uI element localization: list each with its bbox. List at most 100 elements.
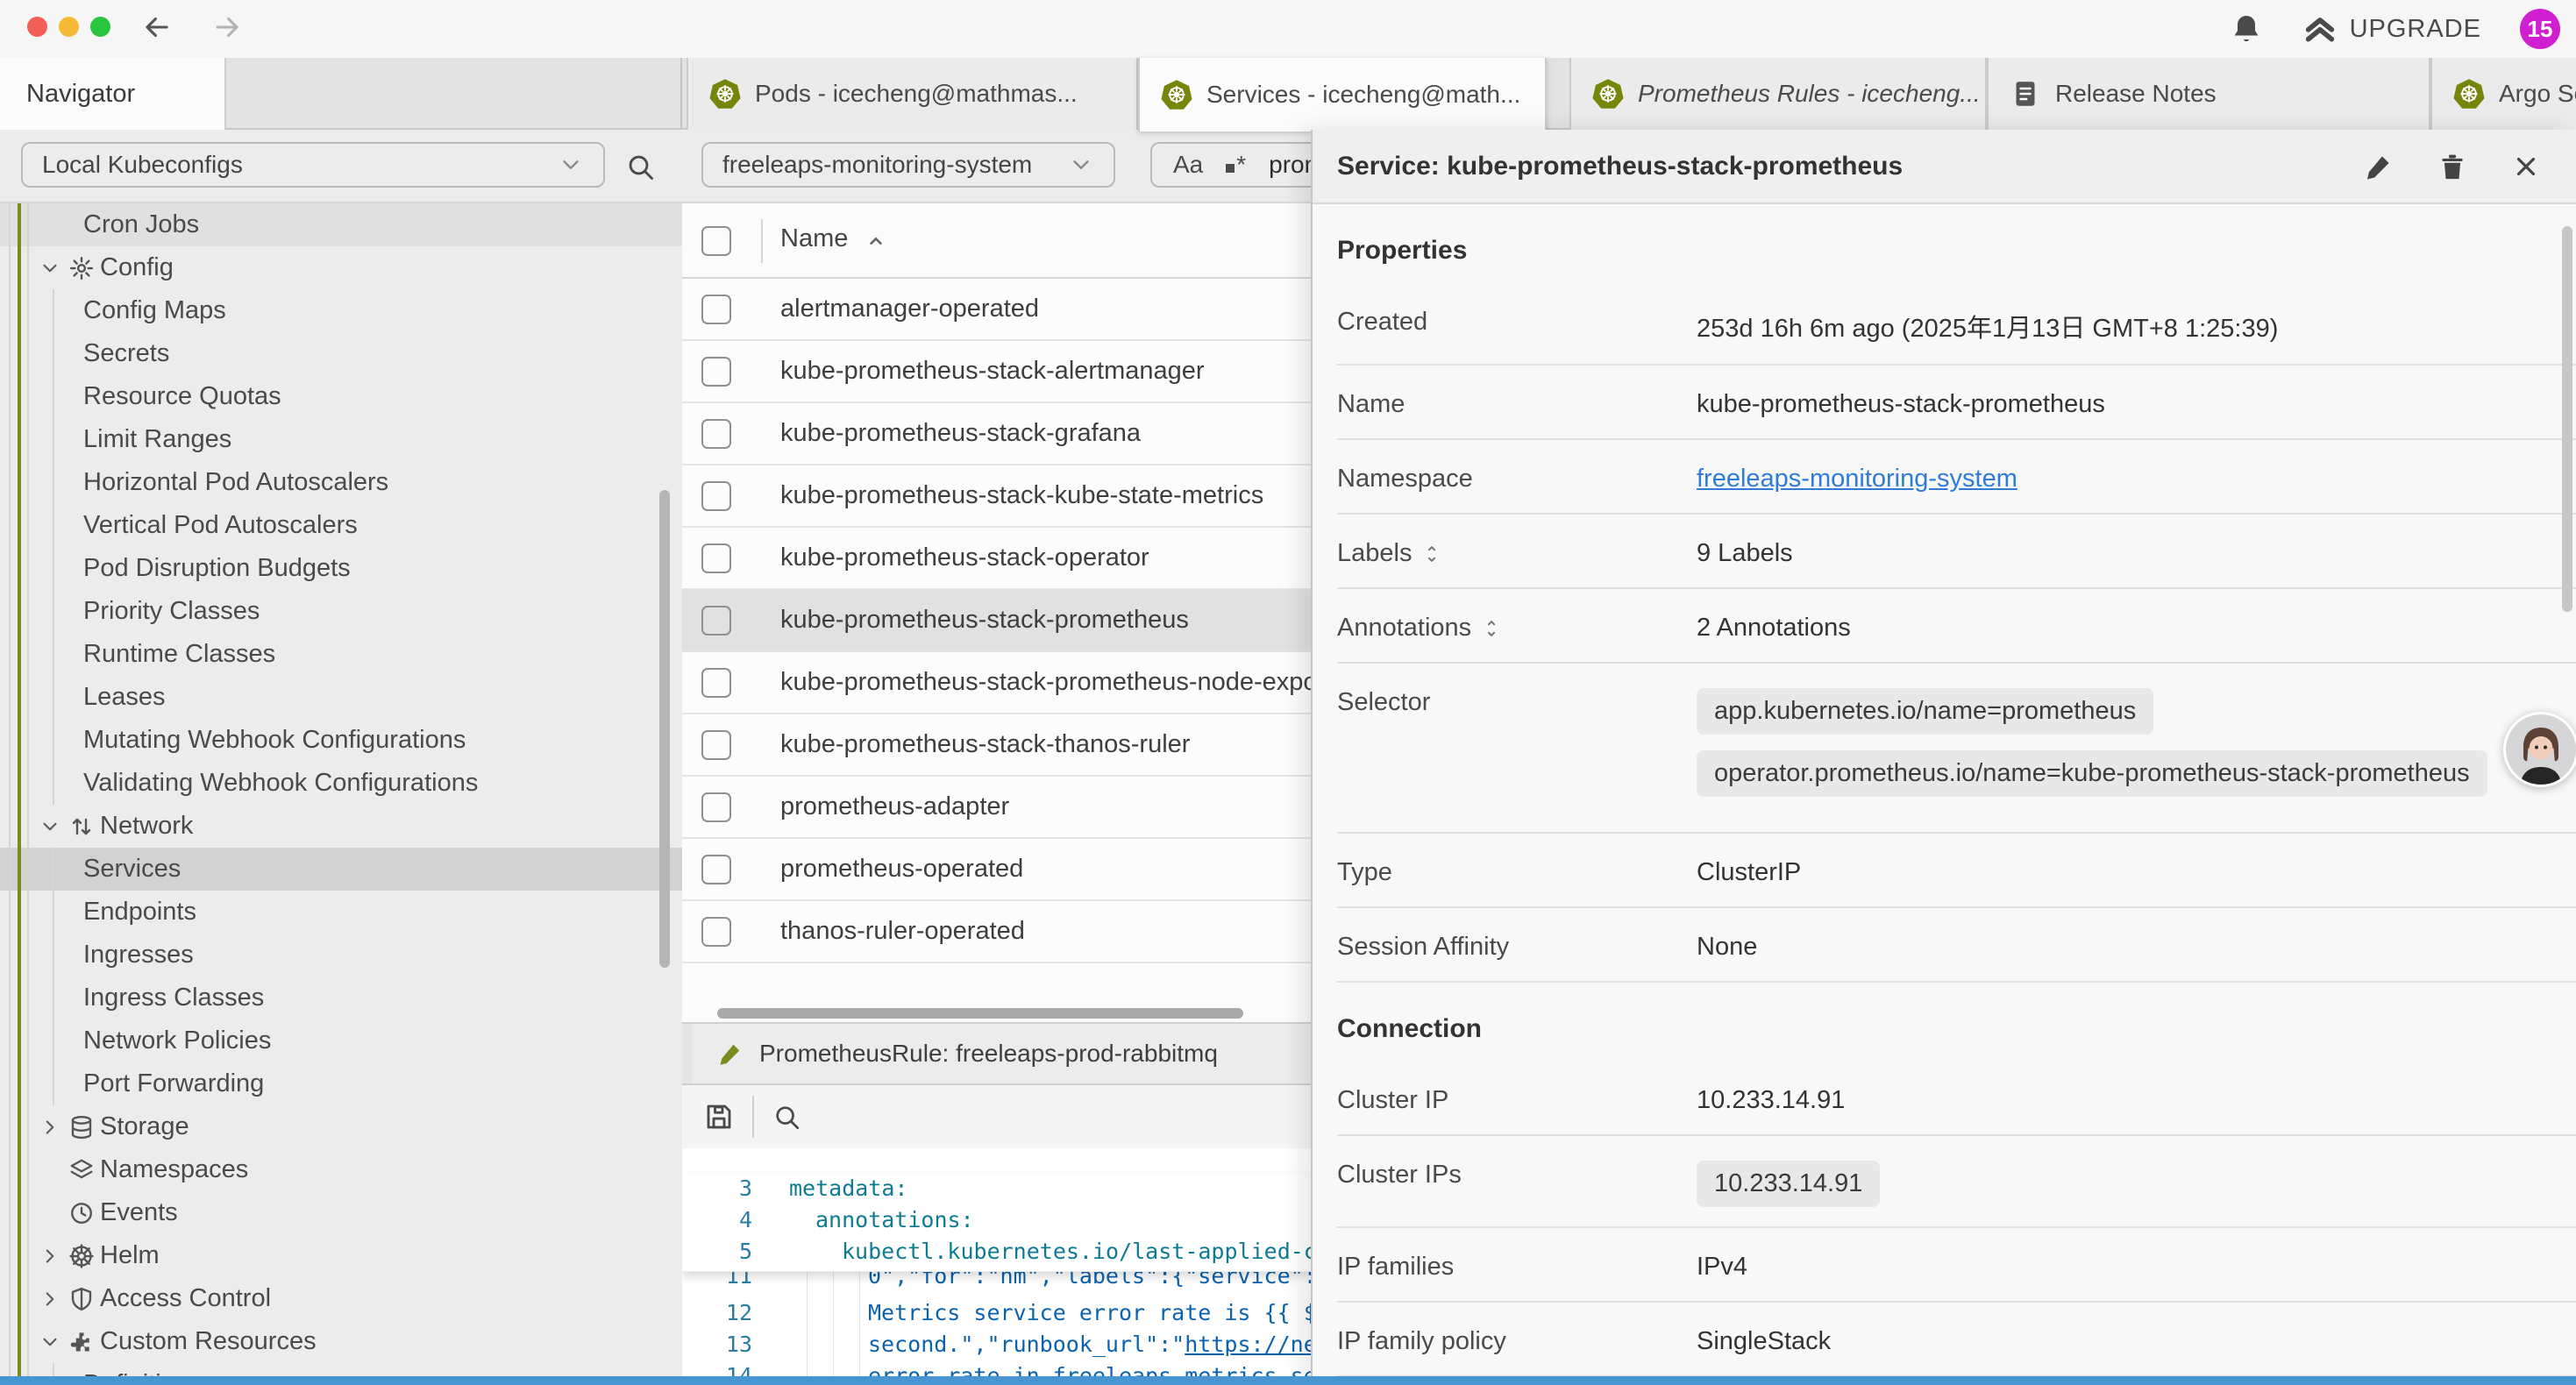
chevron-down-icon[interactable] bbox=[39, 257, 61, 280]
tab-argo[interactable]: Argo Se bbox=[2430, 58, 2576, 130]
sidebar-item-endpoints[interactable]: Endpoints bbox=[0, 891, 682, 934]
kubernetes-icon bbox=[2453, 78, 2485, 110]
table-row[interactable]: kube-prometheus-stack-alertmanager bbox=[682, 341, 1311, 403]
tab-services[interactable]: Services - icecheng@math...✕ bbox=[1138, 58, 1547, 131]
detail-scrollbar-thumb[interactable] bbox=[2562, 226, 2572, 612]
table-row[interactable]: kube-prometheus-stack-kube-state-metrics bbox=[682, 465, 1311, 528]
yaml-editor[interactable]: 110","for":"nm","labels":{"service":"f12… bbox=[682, 1148, 1311, 1378]
row-checkbox[interactable] bbox=[701, 855, 731, 884]
tab-release[interactable]: Release Notes bbox=[1987, 58, 2430, 130]
navigator-tabbar: Navigator bbox=[0, 58, 682, 130]
match-case-toggle[interactable]: Aa bbox=[1173, 151, 1203, 179]
sidebar-item-mutating-webhook-configurations[interactable]: Mutating Webhook Configurations bbox=[0, 719, 682, 762]
chevron-down-icon[interactable] bbox=[39, 815, 61, 838]
sidebar-item-resource-quotas[interactable]: Resource Quotas bbox=[0, 375, 682, 418]
sidebar-item-runtime-classes[interactable]: Runtime Classes bbox=[0, 633, 682, 676]
chevron-right-icon[interactable] bbox=[39, 1288, 61, 1310]
table-row[interactable]: prometheus-adapter bbox=[682, 777, 1311, 839]
forward-icon[interactable] bbox=[210, 11, 244, 44]
namespace-link[interactable]: freeleaps-monitoring-system bbox=[1697, 465, 2017, 493]
table-row[interactable]: alertmanager-operated bbox=[682, 279, 1311, 341]
sort-updown-icon[interactable] bbox=[1422, 544, 1441, 564]
column-header-name[interactable]: Name bbox=[780, 224, 848, 253]
sidebar-item-limit-ranges[interactable]: Limit Ranges bbox=[0, 418, 682, 461]
notification-count-badge[interactable]: 15 bbox=[2520, 9, 2560, 49]
row-checkbox[interactable] bbox=[701, 668, 731, 698]
sidebar-item-vertical-pod-autoscalers[interactable]: Vertical Pod Autoscalers bbox=[0, 504, 682, 547]
table-row[interactable]: kube-prometheus-stack-prometheus-node-ex… bbox=[682, 652, 1311, 714]
row-checkbox[interactable] bbox=[701, 606, 731, 636]
minimize-window-button[interactable] bbox=[59, 17, 79, 37]
row-checkbox[interactable] bbox=[701, 295, 731, 324]
tab-pods[interactable]: Pods - icecheng@mathmas... bbox=[687, 58, 1138, 130]
trash-icon[interactable] bbox=[2437, 152, 2467, 181]
row-checkbox[interactable] bbox=[701, 543, 731, 573]
sidebar-item-secrets[interactable]: Secrets bbox=[0, 332, 682, 375]
assistant-avatar[interactable] bbox=[2503, 712, 2576, 787]
namespace-select[interactable]: freeleaps-monitoring-system bbox=[701, 142, 1115, 188]
regex-toggle[interactable]: * bbox=[1226, 151, 1246, 179]
sidebar-item-leases[interactable]: Leases bbox=[0, 676, 682, 719]
sidebar-item-priority-classes[interactable]: Priority Classes bbox=[0, 590, 682, 633]
row-checkbox[interactable] bbox=[701, 357, 731, 387]
sidebar-item-validating-webhook-configurations[interactable]: Validating Webhook Configurations bbox=[0, 762, 682, 805]
sidebar-item-horizontal-pod-autoscalers[interactable]: Horizontal Pod Autoscalers bbox=[0, 461, 682, 504]
table-row[interactable]: prometheus-operated bbox=[682, 839, 1311, 901]
sidebar-item-network-policies[interactable]: Network Policies bbox=[0, 1019, 682, 1062]
row-checkbox[interactable] bbox=[701, 730, 731, 760]
sidebar-item-cron-jobs[interactable]: Cron Jobs bbox=[0, 203, 682, 246]
row-checkbox[interactable] bbox=[701, 917, 731, 947]
sidebar-item-pod-disruption-budgets[interactable]: Pod Disruption Budgets bbox=[0, 547, 682, 590]
kubeconfig-select[interactable]: Local Kubeconfigs bbox=[21, 142, 605, 188]
select-all-checkbox[interactable] bbox=[701, 226, 731, 256]
sidebar-item-events[interactable]: Events bbox=[0, 1191, 682, 1234]
back-icon[interactable] bbox=[140, 11, 174, 44]
row-checkbox[interactable] bbox=[701, 792, 731, 822]
horizontal-scrollbar-thumb[interactable] bbox=[717, 1008, 1243, 1019]
filter-input[interactable]: Aa * prome bbox=[1150, 142, 1311, 188]
save-icon[interactable] bbox=[703, 1101, 735, 1133]
row-checkbox[interactable] bbox=[701, 419, 731, 449]
sidebar-scrollbar-thumb[interactable] bbox=[659, 490, 670, 968]
sidebar-search-icon[interactable] bbox=[624, 151, 656, 182]
table-row[interactable]: kube-prometheus-stack-thanos-ruler bbox=[682, 714, 1311, 777]
close-icon[interactable] bbox=[2511, 152, 2541, 181]
sidebar-item-helm[interactable]: Helm bbox=[0, 1234, 682, 1277]
sidebar-item-config[interactable]: Config bbox=[0, 246, 682, 289]
sidebar-item-namespaces[interactable]: Namespaces bbox=[0, 1148, 682, 1191]
row-checkbox[interactable] bbox=[701, 481, 731, 511]
chevron-right-icon[interactable] bbox=[39, 1116, 61, 1139]
close-window-button[interactable] bbox=[27, 17, 47, 37]
bell-icon[interactable] bbox=[2229, 11, 2264, 46]
sidebar-item-network[interactable]: Network bbox=[0, 805, 682, 848]
sort-updown-icon[interactable] bbox=[1482, 619, 1501, 638]
detail-row-session-affinity: Session AffinityNone bbox=[1337, 908, 2576, 983]
sidebar-item-storage[interactable]: Storage bbox=[0, 1105, 682, 1148]
sidebar-item-ingress-classes[interactable]: Ingress Classes bbox=[0, 977, 682, 1019]
sidebar-item-port-forwarding[interactable]: Port Forwarding bbox=[0, 1062, 682, 1105]
table-row[interactable]: kube-prometheus-stack-grafana bbox=[682, 403, 1311, 465]
upgrade-button[interactable]: UPGRADE bbox=[2302, 11, 2481, 46]
maximize-window-button[interactable] bbox=[90, 17, 110, 37]
edit-icon[interactable] bbox=[2364, 152, 2394, 181]
sidebar-item-ingresses[interactable]: Ingresses bbox=[0, 934, 682, 977]
tab-prometheus[interactable]: Prometheus Rules - icecheng... bbox=[1569, 58, 1987, 130]
editor-tab-prometheusrule[interactable]: PrometheusRule: freeleaps-prod-rabbitmq bbox=[693, 1024, 1311, 1083]
table-row[interactable]: kube-prometheus-stack-prometheus bbox=[682, 590, 1311, 652]
editor-tab-label: PrometheusRule: freeleaps-prod-rabbitmq bbox=[759, 1040, 1218, 1068]
sort-ascending-icon[interactable] bbox=[865, 230, 887, 252]
tab-navigator[interactable]: Navigator bbox=[0, 58, 226, 130]
chevron-right-icon[interactable] bbox=[39, 1245, 61, 1268]
table-row[interactable]: thanos-ruler-operated bbox=[682, 901, 1311, 963]
sidebar-item-definitions[interactable]: Definitions bbox=[0, 1363, 682, 1376]
table-row[interactable]: kube-prometheus-stack-operator bbox=[682, 528, 1311, 590]
chevron-down-icon[interactable] bbox=[39, 1331, 61, 1353]
sidebar-item-services[interactable]: Services bbox=[0, 848, 682, 891]
editor-search-icon[interactable] bbox=[772, 1102, 801, 1132]
sidebar-item-config-maps[interactable]: Config Maps bbox=[0, 289, 682, 332]
sidebar-item-label: Leases bbox=[83, 683, 166, 712]
sidebar-item-custom-resources[interactable]: Custom Resources bbox=[0, 1320, 682, 1363]
sidebar-item-access-control[interactable]: Access Control bbox=[0, 1277, 682, 1320]
detail-row-name: Namekube-prometheus-stack-prometheus bbox=[1337, 366, 2576, 440]
service-name: kube-prometheus-stack-kube-state-metrics bbox=[780, 481, 1263, 510]
